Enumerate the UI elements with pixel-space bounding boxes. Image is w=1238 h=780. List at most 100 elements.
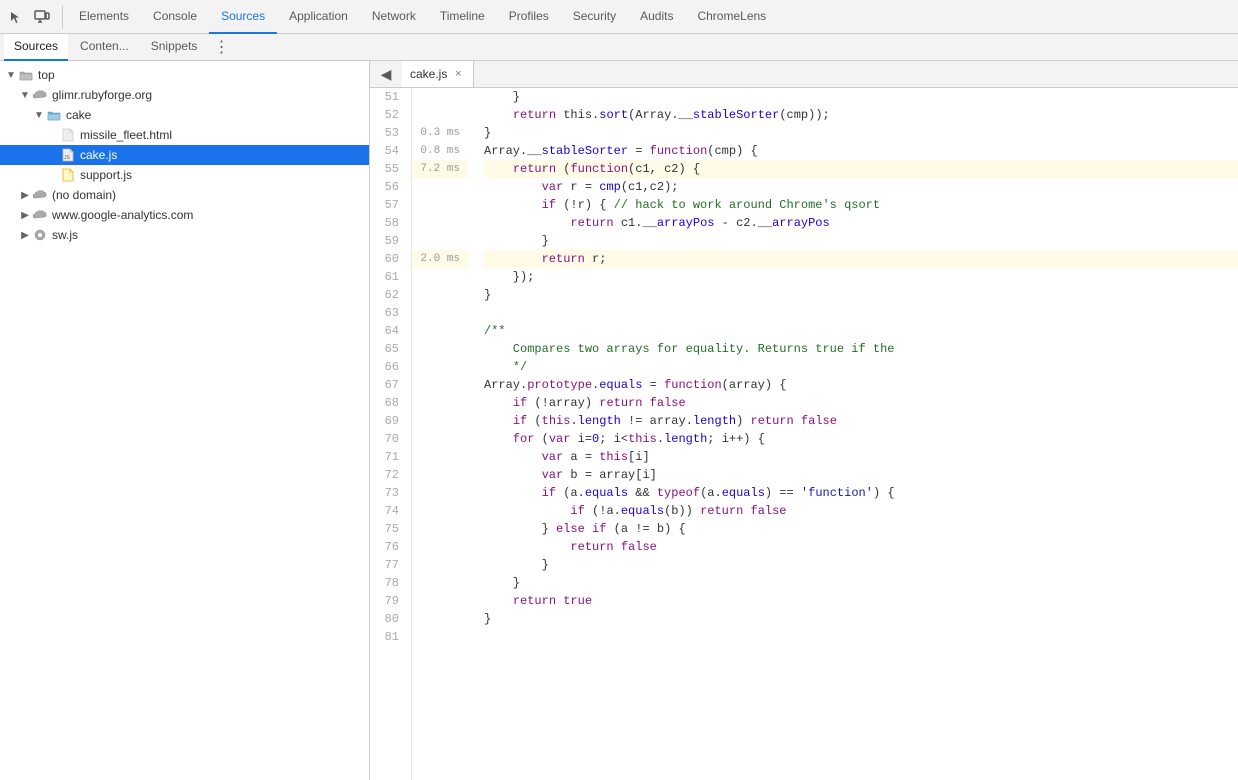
tab-chromelens[interactable]: ChromeLens xyxy=(685,0,778,34)
cl-56: var r = cmp(c1,c2); xyxy=(484,178,1238,196)
tab-sources[interactable]: Sources xyxy=(209,0,277,34)
tc-70 xyxy=(412,430,468,448)
cl-69: if (this.length != array.length) return … xyxy=(484,412,1238,430)
more-tabs-icon[interactable]: ⋮ xyxy=(211,37,231,57)
tree-item-support[interactable]: support.js xyxy=(0,165,369,185)
tree-item-cake-folder[interactable]: ▼ cake xyxy=(0,105,369,125)
ln-61: 61 xyxy=(370,268,405,286)
tab-network[interactable]: Network xyxy=(360,0,428,34)
cl-76: return false xyxy=(484,538,1238,556)
tc-71 xyxy=(412,448,468,466)
cl-60: return r; xyxy=(484,250,1238,268)
cl-70: for (var i=0; i<this.length; i++) { xyxy=(484,430,1238,448)
sources-tab-content[interactable]: Conten... xyxy=(70,34,139,61)
ln-55: 55 xyxy=(370,160,405,178)
cloud-icon-glimr xyxy=(32,87,48,103)
tc-51 xyxy=(412,88,468,106)
nav-tabs: Elements Console Sources Application Net… xyxy=(67,0,778,34)
tree-arrow-ga: ▶ xyxy=(18,208,32,222)
tree-label-cake-folder: cake xyxy=(66,108,91,122)
folder-icon-cake xyxy=(46,107,62,123)
cl-75: } else if (a != b) { xyxy=(484,520,1238,538)
cl-61: }); xyxy=(484,268,1238,286)
ln-69: 69 xyxy=(370,412,405,430)
svg-text:JS: JS xyxy=(64,155,71,161)
device-icon[interactable] xyxy=(30,5,54,29)
sources-tab-snippets[interactable]: Snippets xyxy=(141,34,208,61)
tab-console[interactable]: Console xyxy=(141,0,209,34)
ln-65: 65 xyxy=(370,340,405,358)
tree-arrow-cake: ▼ xyxy=(32,108,46,122)
ln-53: 53 xyxy=(370,124,405,142)
tree-arrow-top: ▼ xyxy=(4,68,18,82)
tree-item-cake-js[interactable]: JS cake.js xyxy=(0,145,369,165)
devtools-main: Sources Conten... Snippets ⋮ ▼ top ▼ xyxy=(0,34,1238,780)
ln-68: 68 xyxy=(370,394,405,412)
tab-timeline[interactable]: Timeline xyxy=(428,0,497,34)
ln-71: 71 xyxy=(370,448,405,466)
back-button[interactable]: ◀ xyxy=(374,62,398,86)
tree-label-missile: missile_fleet.html xyxy=(80,128,172,142)
tab-audits[interactable]: Audits xyxy=(628,0,685,34)
tc-69 xyxy=(412,412,468,430)
code-content: } return this.sort(Array.__stableSorter(… xyxy=(476,88,1238,780)
tc-78 xyxy=(412,574,468,592)
cl-54: Array.__stableSorter = function(cmp) { xyxy=(484,142,1238,160)
tree-item-google-analytics[interactable]: ▶ www.google-analytics.com xyxy=(0,205,369,225)
file-tab-close-icon[interactable]: × xyxy=(451,67,465,81)
code-editor[interactable]: 51 52 53 54 55 56 57 58 59 60 61 62 63 6… xyxy=(370,88,1238,780)
top-nav: Elements Console Sources Application Net… xyxy=(0,0,1238,34)
cursor-icon[interactable] xyxy=(4,5,28,29)
ln-79: 79 xyxy=(370,592,405,610)
tree-label-top: top xyxy=(38,68,55,82)
folder-open-icon xyxy=(18,67,34,83)
cl-71: var a = this[i] xyxy=(484,448,1238,466)
tree-item-missile[interactable]: missile_fleet.html xyxy=(0,125,369,145)
ln-78: 78 xyxy=(370,574,405,592)
cl-66: */ xyxy=(484,358,1238,376)
tc-59 xyxy=(412,232,468,250)
tree-label-sw: sw.js xyxy=(52,228,78,242)
tree-label-glimr: glimr.rubyforge.org xyxy=(52,88,152,102)
cl-59: } xyxy=(484,232,1238,250)
ln-74: 74 xyxy=(370,502,405,520)
spacer-support xyxy=(46,168,60,182)
cl-77: } xyxy=(484,556,1238,574)
tab-application[interactable]: Application xyxy=(277,0,360,34)
sources-tab-sources[interactable]: Sources xyxy=(4,34,68,61)
tree-item-glimr[interactable]: ▼ glimr.rubyforge.org xyxy=(0,85,369,105)
ln-80: 80 xyxy=(370,610,405,628)
right-panel: ◀ cake.js × 51 52 53 54 55 56 57 58 xyxy=(370,61,1238,780)
tab-security[interactable]: Security xyxy=(561,0,628,34)
tc-60: 2.0 ms xyxy=(412,250,468,268)
content-area: ▼ top ▼ glimr.rubyforge.org xyxy=(0,61,1238,780)
file-html-icon xyxy=(60,127,76,143)
tc-72 xyxy=(412,466,468,484)
cl-53: } xyxy=(484,124,1238,142)
tc-61 xyxy=(412,268,468,286)
cl-65: Compares two arrays for equality. Return… xyxy=(484,340,1238,358)
tc-75 xyxy=(412,520,468,538)
tc-73 xyxy=(412,484,468,502)
cl-62: } xyxy=(484,286,1238,304)
tc-58 xyxy=(412,214,468,232)
tree-item-no-domain[interactable]: ▶ (no domain) xyxy=(0,185,369,205)
tree-arrow-sw: ▶ xyxy=(18,228,32,242)
cl-72: var b = array[i] xyxy=(484,466,1238,484)
tc-55: 7.2 ms xyxy=(412,160,468,178)
tc-57 xyxy=(412,196,468,214)
spacer-cake-js xyxy=(46,148,60,162)
cl-79: return true xyxy=(484,592,1238,610)
ln-54: 54 xyxy=(370,142,405,160)
tab-profiles[interactable]: Profiles xyxy=(497,0,561,34)
tree-item-sw[interactable]: ▶ sw.js xyxy=(0,225,369,245)
tc-53: 0.3 ms xyxy=(412,124,468,142)
ln-64: 64 xyxy=(370,322,405,340)
tree-item-top[interactable]: ▼ top xyxy=(0,65,369,85)
cl-78: } xyxy=(484,574,1238,592)
tab-elements[interactable]: Elements xyxy=(67,0,141,34)
file-tab-cake-js[interactable]: cake.js × xyxy=(402,61,474,88)
devtools-icons xyxy=(4,5,63,29)
cloud-icon-no-domain xyxy=(32,187,48,203)
ln-51: 51 xyxy=(370,88,405,106)
